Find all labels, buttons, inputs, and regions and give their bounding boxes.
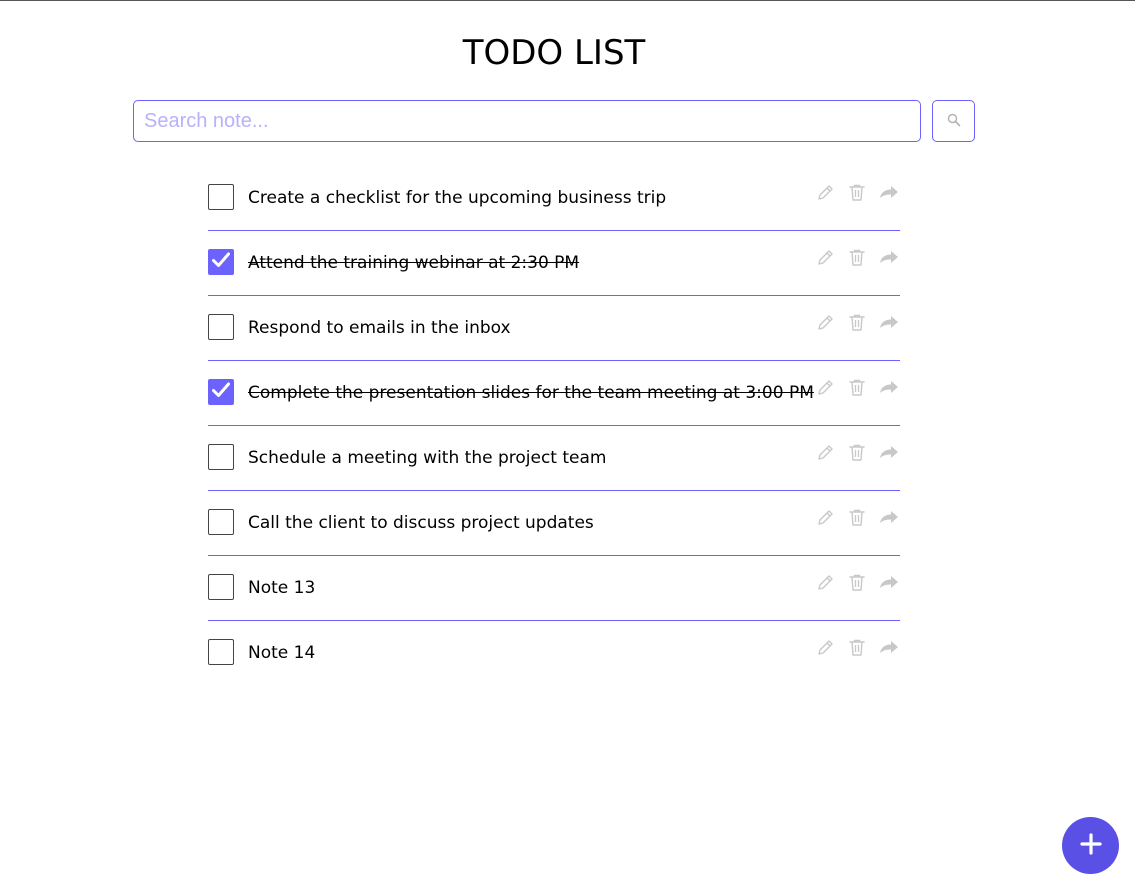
todo-actions [814,314,900,336]
edit-icon [815,573,835,597]
todo-actions [814,574,900,596]
checkbox[interactable] [208,314,234,340]
todo-item: Note 13 [208,556,900,621]
trash-button[interactable] [846,509,868,531]
search-icon [947,113,961,130]
check-icon [211,381,231,403]
trash-icon [848,443,866,467]
trash-icon [848,638,866,662]
share-button[interactable] [878,509,900,531]
edit-button[interactable] [814,314,836,336]
todo-item: Call the client to discuss project updat… [208,491,900,556]
todo-item: Note 14 [208,621,900,685]
edit-icon [815,378,835,402]
trash-button[interactable] [846,314,868,336]
share-button[interactable] [878,444,900,466]
checkbox[interactable] [208,574,234,600]
edit-icon [815,638,835,662]
todo-text: Attend the training webinar at 2:30 PM [248,253,580,273]
todo-actions [814,184,900,206]
todo-text: Call the client to discuss project updat… [248,513,594,533]
share-button[interactable] [878,184,900,206]
share-icon [878,573,900,597]
todo-actions [814,249,900,271]
todo-text: Create a checklist for the upcoming busi… [248,188,667,208]
edit-button[interactable] [814,184,836,206]
trash-icon [848,248,866,272]
share-icon [878,378,900,402]
edit-button[interactable] [814,444,836,466]
todo-item: Schedule a meeting with the project team [208,426,900,491]
checkbox-checked[interactable] [208,379,234,405]
trash-icon [848,508,866,532]
edit-button[interactable] [814,639,836,661]
edit-button[interactable] [814,509,836,531]
edit-icon [815,313,835,337]
share-icon [878,248,900,272]
todo-text: Respond to emails in the inbox [248,318,511,338]
checkbox[interactable] [208,444,234,470]
share-button[interactable] [878,639,900,661]
trash-icon [848,183,866,207]
trash-icon [848,313,866,337]
search-button[interactable] [932,100,975,142]
check-icon [211,251,231,273]
todo-actions [814,379,900,401]
share-icon [878,183,900,207]
plus-icon [1079,833,1102,858]
add-note-button[interactable] [1062,817,1119,874]
trash-icon [848,573,866,597]
share-button[interactable] [878,574,900,596]
trash-button[interactable] [846,184,868,206]
trash-button[interactable] [846,444,868,466]
todo-text: Schedule a meeting with the project team [248,448,607,468]
todo-list: Create a checklist for the upcoming busi… [208,166,900,685]
edit-button[interactable] [814,574,836,596]
edit-icon [815,443,835,467]
share-button[interactable] [878,314,900,336]
trash-button[interactable] [846,639,868,661]
search-input[interactable] [133,100,921,142]
share-button[interactable] [878,249,900,271]
edit-icon [815,183,835,207]
checkbox[interactable] [208,184,234,210]
edit-icon [815,248,835,272]
share-icon [878,313,900,337]
todo-actions [814,639,900,661]
edit-button[interactable] [814,249,836,271]
checkbox-checked[interactable] [208,249,234,275]
todo-item: Complete the presentation slides for the… [208,361,900,426]
trash-button[interactable] [846,574,868,596]
todo-item: Attend the training webinar at 2:30 PM [208,231,900,296]
todo-actions [814,509,900,531]
share-icon [878,508,900,532]
trash-button[interactable] [846,379,868,401]
trash-icon [848,378,866,402]
edit-icon [815,508,835,532]
todo-text: Note 13 [248,578,316,598]
todo-actions [814,444,900,466]
edit-button[interactable] [814,379,836,401]
share-icon [878,638,900,662]
checkbox[interactable] [208,509,234,535]
trash-button[interactable] [846,249,868,271]
checkbox[interactable] [208,639,234,665]
page-title: TODO LIST [462,33,646,73]
todo-page: TODO LIST Create a checklist for the upc… [0,0,1135,892]
share-button[interactable] [878,379,900,401]
todo-item: Create a checklist for the upcoming busi… [208,166,900,231]
todo-text: Note 14 [248,643,316,663]
share-icon [878,443,900,467]
todo-item: Respond to emails in the inbox [208,296,900,361]
todo-text: Complete the presentation slides for the… [248,383,814,403]
